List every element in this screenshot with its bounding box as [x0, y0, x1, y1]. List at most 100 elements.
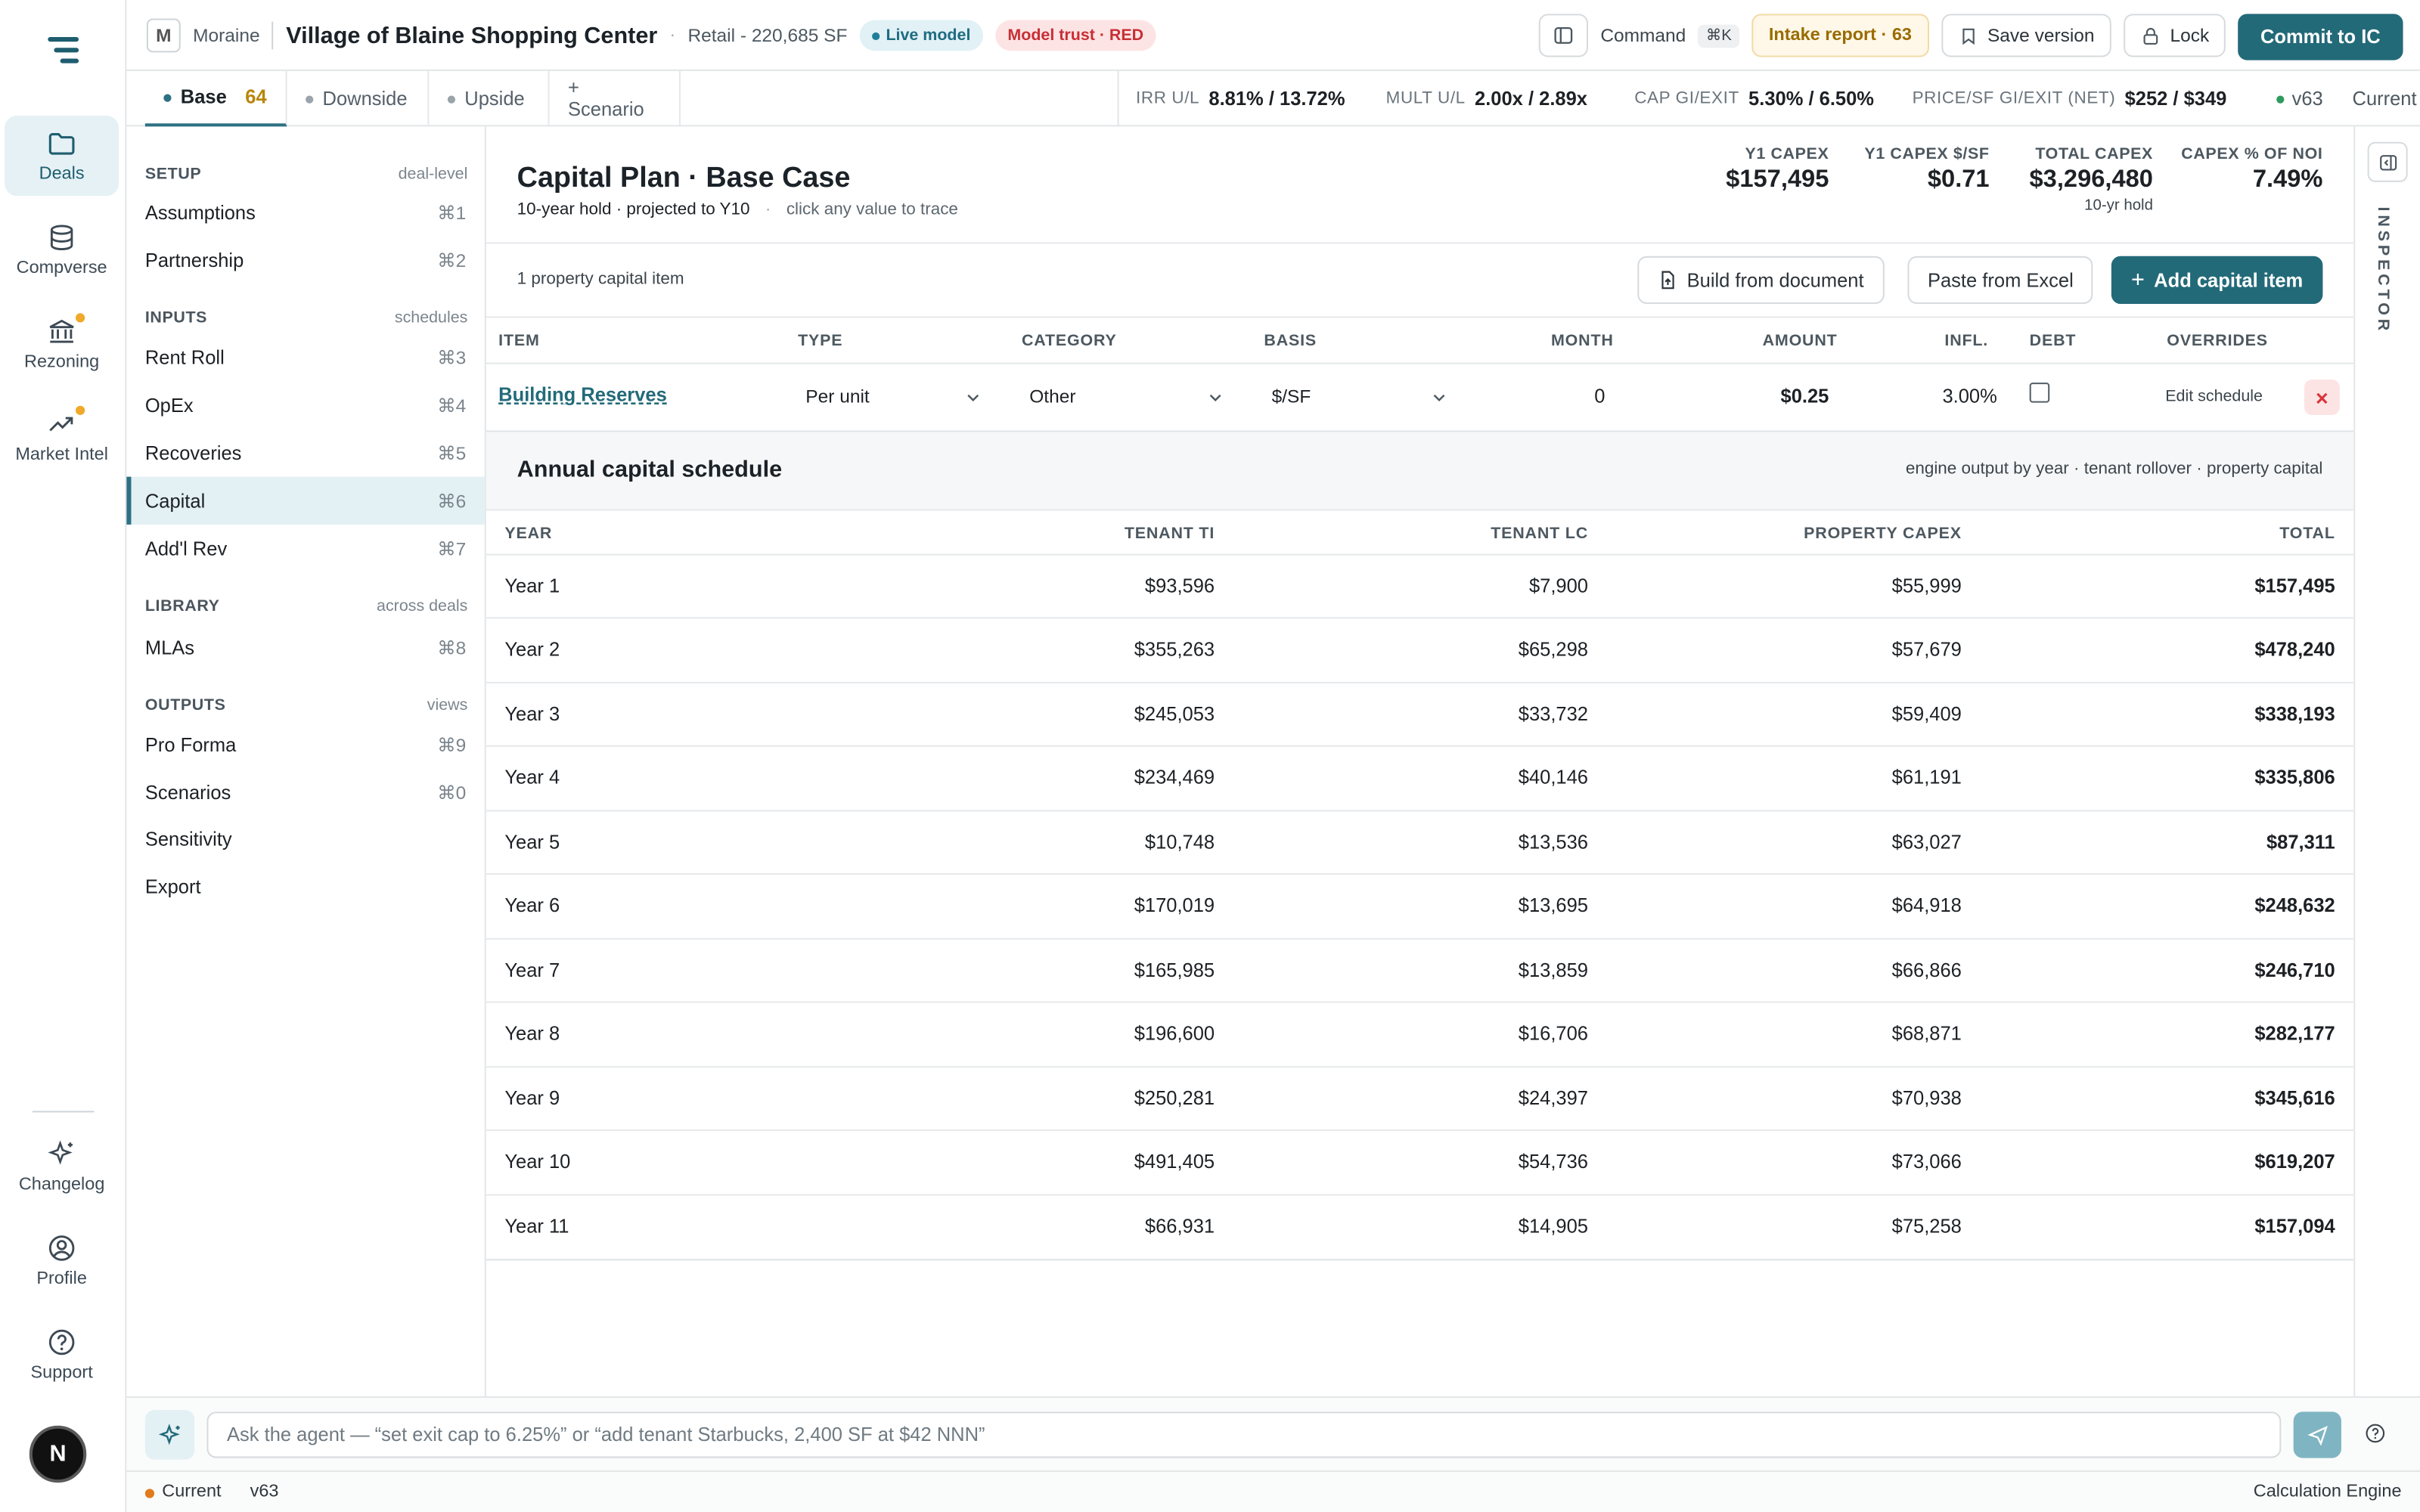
- property-capex-cell[interactable]: $66,866: [1745, 959, 1962, 981]
- schedule-row[interactable]: Year 7 $165,985 $13,859 $66,866 $246,710: [486, 937, 2354, 1002]
- model-trust-badge[interactable]: Model trust · RED: [995, 20, 1156, 51]
- inflation-input[interactable]: 3.00%: [1906, 386, 1996, 407]
- category-select[interactable]: Other: [1020, 376, 1233, 417]
- agent-sparkle-button[interactable]: [144, 1410, 195, 1460]
- tab-base[interactable]: Base 64: [144, 70, 287, 127]
- org-initial-badge[interactable]: M: [146, 18, 181, 53]
- tab-add-scenario[interactable]: + Scenario: [550, 70, 681, 127]
- deal-name[interactable]: Village of Blaine Shopping Center: [286, 23, 657, 49]
- nav-item-rent-roll[interactable]: Rent Roll ⌘3: [126, 333, 484, 381]
- tenant-ti-cell[interactable]: $170,019: [1060, 895, 1215, 917]
- command-label[interactable]: Command: [1600, 25, 1686, 47]
- tenant-ti-cell[interactable]: $93,596: [1060, 575, 1215, 597]
- agent-input[interactable]: Ask the agent — “set exit cap to 6.25%” …: [206, 1411, 2282, 1458]
- total-cell[interactable]: $157,094: [2181, 1215, 2335, 1237]
- schedule-row[interactable]: Year 6 $170,019 $13,695 $64,918 $248,632: [486, 873, 2354, 938]
- add-capital-item-button[interactable]: + Add capital item: [2111, 256, 2323, 305]
- edit-schedule-link[interactable]: Edit schedule: [2165, 387, 2263, 405]
- save-version-button[interactable]: Save version: [1941, 14, 2111, 57]
- version-indicator[interactable]: v63 Current: [2276, 71, 2417, 126]
- nav-item-recoveries[interactable]: Recoveries ⌘5: [126, 429, 484, 476]
- total-cell[interactable]: $345,616: [2181, 1087, 2335, 1109]
- tenant-lc-cell[interactable]: $40,146: [1434, 767, 1588, 789]
- rail-item-market-intel[interactable]: Market Intel: [5, 396, 119, 476]
- property-capex-cell[interactable]: $64,918: [1745, 895, 1962, 917]
- capital-item-name-link[interactable]: Building Reserves: [498, 384, 667, 406]
- schedule-row[interactable]: Year 8 $196,600 $16,706 $68,871 $282,177: [486, 1001, 2354, 1066]
- delete-item-button[interactable]: ×: [2304, 380, 2340, 415]
- property-capex-cell[interactable]: $68,871: [1745, 1023, 1962, 1045]
- type-select[interactable]: Per unit: [796, 376, 991, 417]
- total-cell[interactable]: $282,177: [2181, 1023, 2335, 1045]
- tab-upside[interactable]: Upside: [429, 70, 550, 127]
- property-capex-cell[interactable]: $63,027: [1745, 832, 1962, 854]
- avatar[interactable]: N: [29, 1425, 87, 1483]
- metric-price-sf[interactable]: PRICE/SF GI/EXIT (NET) $252 / $349: [1913, 71, 2227, 126]
- total-cell[interactable]: $87,311: [2181, 832, 2335, 854]
- calculation-engine-label[interactable]: Calculation Engine: [2254, 1483, 2402, 1501]
- tenant-ti-cell[interactable]: $66,931: [1060, 1215, 1215, 1237]
- tenant-lc-cell[interactable]: $54,736: [1434, 1151, 1588, 1173]
- nav-item-partnership[interactable]: Partnership ⌘2: [126, 236, 484, 284]
- stat-total-capex[interactable]: TOTAL CAPEX $3,296,480 10-yr hold: [2030, 145, 2153, 215]
- tenant-ti-cell[interactable]: $250,281: [1060, 1087, 1215, 1109]
- app-logo[interactable]: [45, 34, 82, 68]
- nav-item-pro-forma[interactable]: Pro Forma ⌘9: [126, 720, 484, 768]
- rail-item-profile[interactable]: Profile: [5, 1220, 119, 1300]
- stat-capex-pct-noi[interactable]: CAPEX % OF NOI 7.49%: [2181, 145, 2322, 194]
- commit-to-ic-button[interactable]: Commit to IC: [2238, 14, 2403, 60]
- rail-item-deals[interactable]: Deals: [5, 116, 119, 197]
- collapse-panel-button[interactable]: [1538, 14, 1588, 57]
- tenant-lc-cell[interactable]: $13,859: [1434, 959, 1588, 981]
- schedule-row[interactable]: Year 11 $66,931 $14,905 $75,258 $157,094: [486, 1193, 2354, 1258]
- tenant-ti-cell[interactable]: $234,469: [1060, 767, 1215, 789]
- send-button[interactable]: [2293, 1411, 2341, 1458]
- nav-item-addl-rev[interactable]: Add'l Rev ⌘7: [126, 525, 484, 572]
- nav-item-capital[interactable]: Capital ⌘6: [126, 476, 485, 525]
- nav-item-export[interactable]: Export: [126, 863, 484, 910]
- org-name[interactable]: Moraine: [193, 25, 259, 47]
- tenant-lc-cell[interactable]: $65,298: [1434, 640, 1588, 662]
- inspector-toggle-button[interactable]: [2367, 141, 2408, 182]
- property-capex-cell[interactable]: $75,258: [1745, 1215, 1962, 1237]
- intake-report-button[interactable]: Intake report · 63: [1751, 14, 1929, 57]
- schedule-row[interactable]: Year 3 $245,053 $33,732 $59,409 $338,193: [486, 681, 2354, 746]
- total-cell[interactable]: $335,806: [2181, 767, 2335, 789]
- property-capex-cell[interactable]: $57,679: [1745, 640, 1962, 662]
- debt-checkbox[interactable]: [2029, 383, 2050, 403]
- help-button[interactable]: [2365, 1423, 2390, 1448]
- paste-from-excel-button[interactable]: Paste from Excel: [1907, 256, 2094, 305]
- tenant-ti-cell[interactable]: $165,985: [1060, 959, 1215, 981]
- basis-select[interactable]: $/SF: [1262, 376, 1457, 417]
- stat-y1-capex[interactable]: Y1 CAPEX $157,495: [1726, 145, 1829, 194]
- nav-item-opex[interactable]: OpEx ⌘4: [126, 381, 484, 429]
- tenant-ti-cell[interactable]: $355,263: [1060, 640, 1215, 662]
- rail-item-compverse[interactable]: Compverse: [5, 210, 119, 290]
- property-capex-cell[interactable]: $61,191: [1745, 767, 1962, 789]
- total-cell[interactable]: $157,495: [2181, 575, 2335, 597]
- tenant-lc-cell[interactable]: $7,900: [1434, 575, 1588, 597]
- month-input[interactable]: 0: [1505, 386, 1605, 407]
- nav-item-assumptions[interactable]: Assumptions ⌘1: [126, 188, 484, 236]
- tenant-lc-cell[interactable]: $13,536: [1434, 832, 1588, 854]
- rail-item-rezoning[interactable]: Rezoning: [5, 304, 119, 384]
- tenant-ti-cell[interactable]: $10,748: [1060, 832, 1215, 854]
- nav-item-sensitivity[interactable]: Sensitivity: [126, 815, 484, 863]
- schedule-row[interactable]: Year 2 $355,263 $65,298 $57,679 $478,240: [486, 618, 2354, 682]
- metric-mult[interactable]: MULT U/L 2.00x / 2.89x: [1386, 71, 1587, 126]
- property-capex-cell[interactable]: $73,066: [1745, 1151, 1962, 1173]
- tenant-ti-cell[interactable]: $491,405: [1060, 1151, 1215, 1173]
- tenant-lc-cell[interactable]: $16,706: [1434, 1023, 1588, 1045]
- tab-downside[interactable]: Downside: [287, 70, 430, 127]
- amount-input[interactable]: $0.25: [1705, 386, 1829, 407]
- stat-y1-capex-sf[interactable]: Y1 CAPEX $/SF $0.71: [1864, 145, 1989, 194]
- property-capex-cell[interactable]: $59,409: [1745, 703, 1962, 725]
- schedule-row[interactable]: Year 4 $234,469 $40,146 $61,191 $335,806: [486, 745, 2354, 810]
- tenant-lc-cell[interactable]: $24,397: [1434, 1087, 1588, 1109]
- schedule-row[interactable]: Year 9 $250,281 $24,397 $70,938 $345,616: [486, 1065, 2354, 1129]
- build-from-document-button[interactable]: Build from document: [1637, 256, 1885, 305]
- schedule-row[interactable]: Year 5 $10,748 $13,536 $63,027 $87,311: [486, 810, 2354, 874]
- total-cell[interactable]: $246,710: [2181, 959, 2335, 981]
- lock-button[interactable]: Lock: [2124, 14, 2226, 57]
- schedule-row[interactable]: Year 1 $93,596 $7,900 $55,999 $157,495: [486, 553, 2354, 618]
